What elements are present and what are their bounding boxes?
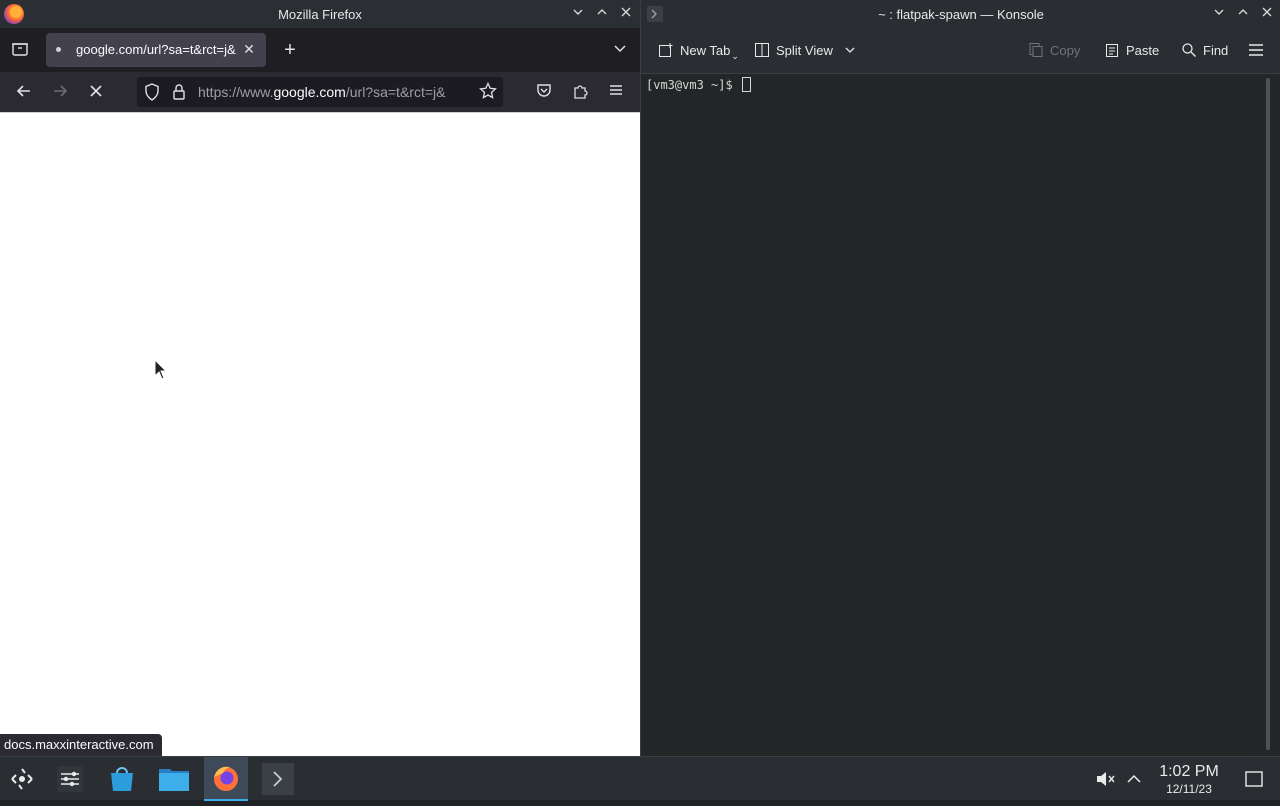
split-view-dropdown-icon[interactable] xyxy=(844,43,856,58)
split-view-button[interactable]: Split View xyxy=(753,40,856,62)
maximize-icon[interactable] xyxy=(593,5,611,23)
application-launcher-icon[interactable] xyxy=(0,757,44,801)
terminal-scrollbar[interactable] xyxy=(1261,78,1275,750)
minimize-icon[interactable] xyxy=(1210,5,1228,23)
firefox-window: Mozilla Firefox google.com/url?sa=t&rct=… xyxy=(0,0,640,756)
shell-prompt: [vm3@vm3 ~]$ xyxy=(646,78,740,92)
find-label: Find xyxy=(1203,43,1229,58)
forward-arrow-icon[interactable] xyxy=(50,82,70,102)
url-text[interactable]: https://www.google.com/url?sa=t&rct=j& xyxy=(198,84,468,100)
back-arrow-icon[interactable] xyxy=(14,82,34,102)
konsole-task-icon[interactable] xyxy=(256,757,300,801)
hamburger-menu-icon[interactable] xyxy=(606,82,626,102)
volume-muted-icon[interactable] xyxy=(1092,757,1118,801)
firefox-titlebar[interactable]: Mozilla Firefox xyxy=(0,0,640,28)
page-content[interactable] xyxy=(0,112,640,756)
loading-dot-icon xyxy=(56,47,61,52)
link-status-tooltip: docs.maxxinteractive.com xyxy=(0,734,162,756)
show-desktop-icon[interactable] xyxy=(1240,757,1268,801)
find-button[interactable]: Find xyxy=(1180,40,1228,62)
stop-loading-icon[interactable] xyxy=(86,82,106,102)
clock-date: 12/11/23 xyxy=(1166,782,1212,796)
new-tab-dropdown-icon: ⌄ xyxy=(731,51,739,61)
konsole-toolbar: New Tab⌄ Split View Copy Paste Find xyxy=(641,28,1280,74)
close-icon[interactable] xyxy=(1258,5,1276,23)
scrollbar-track[interactable] xyxy=(1266,78,1270,750)
new-tab-label: New Tab xyxy=(680,43,731,58)
file-manager-icon[interactable] xyxy=(152,757,196,801)
lock-icon[interactable] xyxy=(171,83,187,101)
paste-button[interactable]: Paste xyxy=(1103,40,1159,62)
clock-time: 1:02 PM xyxy=(1159,763,1219,780)
extensions-puzzle-icon[interactable] xyxy=(570,82,590,102)
list-all-tabs-icon[interactable] xyxy=(610,41,630,61)
tab-title: google.com/url?sa=t&rct=j& xyxy=(76,42,236,57)
hamburger-menu-icon[interactable] xyxy=(1247,41,1265,63)
digital-clock[interactable]: 1:02 PM 12/11/23 xyxy=(1150,763,1228,796)
tracking-protection-shield-icon[interactable] xyxy=(143,83,161,101)
bookmark-star-icon[interactable] xyxy=(478,81,498,102)
paste-label: Paste xyxy=(1126,43,1160,58)
konsole-window: ~ : flatpak-spawn — Konsole New Tab⌄ Spl… xyxy=(640,0,1280,756)
copy-label: Copy xyxy=(1050,43,1081,58)
terminal-cursor xyxy=(741,77,751,92)
copy-button[interactable]: Copy xyxy=(1027,40,1080,62)
discover-store-icon[interactable] xyxy=(100,757,144,801)
firefox-view-icon[interactable] xyxy=(10,40,30,60)
split-view-label: Split View xyxy=(776,43,833,58)
url-prefix: https://www. xyxy=(198,84,274,100)
paste-icon xyxy=(1103,40,1121,62)
close-icon[interactable] xyxy=(617,5,635,23)
firefox-task-icon[interactable] xyxy=(204,757,248,801)
url-bar[interactable]: https://www.google.com/url?sa=t&rct=j& xyxy=(137,77,503,107)
window-title: ~ : flatpak-spawn — Konsole xyxy=(878,7,1044,22)
browser-tab[interactable]: google.com/url?sa=t&rct=j& ✕ xyxy=(46,33,266,67)
mouse-pointer-icon xyxy=(154,359,168,380)
terminal-area[interactable]: [vm3@vm3 ~]$ xyxy=(641,74,1259,756)
terminal-prompt-line: [vm3@vm3 ~]$ xyxy=(646,77,751,92)
search-icon xyxy=(1180,40,1198,62)
new-tab-icon[interactable]: + xyxy=(280,40,300,60)
pocket-icon[interactable] xyxy=(534,82,554,102)
maximize-icon[interactable] xyxy=(1234,5,1252,23)
url-suffix: /url?sa=t&rct=j& xyxy=(345,84,446,100)
taskbar: 1:02 PM 12/11/23 xyxy=(0,756,1280,801)
window-title: Mozilla Firefox xyxy=(278,7,362,22)
minimize-icon[interactable] xyxy=(569,5,587,23)
split-view-icon xyxy=(753,40,771,62)
konsole-titlebar[interactable]: ~ : flatpak-spawn — Konsole xyxy=(641,0,1280,28)
tab-close-icon[interactable]: ✕ xyxy=(240,39,258,59)
system-settings-icon[interactable] xyxy=(48,757,92,801)
tab-bar: google.com/url?sa=t&rct=j& ✕ + xyxy=(0,28,640,72)
url-domain: google.com xyxy=(273,84,346,100)
show-hidden-icons-chevron-icon[interactable] xyxy=(1122,757,1146,801)
copy-icon xyxy=(1027,40,1045,62)
new-tab-icon xyxy=(657,40,675,62)
navigation-bar: https://www.google.com/url?sa=t&rct=j& xyxy=(0,72,640,112)
new-tab-button[interactable]: New Tab⌄ xyxy=(657,40,739,62)
